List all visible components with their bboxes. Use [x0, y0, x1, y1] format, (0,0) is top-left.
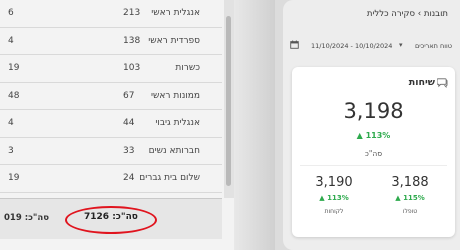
table-row[interactable]: שלום בית גברים 24 19 — [0, 165, 222, 193]
table-row[interactable]: ממונות ראשי 67 48 — [0, 83, 222, 110]
table-cell-left: 19 — [8, 63, 20, 73]
table-cell-name: כשרות — [175, 63, 200, 73]
table-cell-name: אנגלית ראשי — [151, 8, 200, 18]
footer-total-left: סה"כ: 019 — [4, 213, 49, 223]
handled-metric: 3,188 ▲ 115% טופלו — [380, 175, 440, 215]
table-cell-left: 4 — [8, 35, 14, 46]
table-cell-name: אנגלית גיבוי — [155, 118, 200, 128]
table-row[interactable]: ספרדית ראשי 138 4 — [0, 28, 222, 55]
table-cell-left: 19 — [8, 173, 20, 183]
table-cell-name: ממונות ראשי — [151, 90, 200, 101]
table-cell-value: 33 — [123, 145, 135, 156]
date-filter[interactable]: טווח תאריכים ▾ 11/10/2024 - 10/10/2024 — [283, 40, 460, 54]
table-cell-left: 48 — [8, 90, 20, 101]
table-panel: אנגלית ראשי 213 6 ספרדית ראשי 138 4 כשרו… — [0, 0, 275, 250]
main-metric-label: סה"כ — [364, 149, 383, 158]
customers-change: ▲ 113% — [319, 194, 349, 202]
data-table: אנגלית ראשי 213 6 ספרדית ראשי 138 4 כשרו… — [0, 0, 222, 193]
table-cell-value: 213 — [123, 8, 141, 18]
chat-icon — [437, 78, 448, 88]
table-cell-value: 67 — [123, 90, 135, 101]
table-cell-value: 44 — [123, 118, 135, 128]
table-cell-left: 4 — [8, 118, 14, 128]
main-metric-value: 3,198 — [343, 99, 404, 123]
highlight-circle — [65, 206, 157, 234]
table-row[interactable]: כשרות 103 19 — [0, 55, 222, 83]
table-cell-value: 24 — [123, 173, 135, 183]
customers-label: לקוחות — [324, 208, 344, 215]
table-cell-left: 6 — [8, 8, 14, 18]
divider — [300, 165, 447, 166]
table-scroll-thumb[interactable] — [226, 16, 231, 186]
table-cell-value: 138 — [123, 35, 141, 46]
handled-value: 3,188 — [391, 175, 429, 190]
chevron-down-icon[interactable]: ▾ — [399, 41, 403, 49]
conversations-card: שיחות 3,198 ▲ 113% סה"כ 3,188 ▲ 115% טופ… — [292, 67, 455, 237]
customers-metric: 3,190 ▲ 113% לקוחות — [304, 175, 364, 215]
date-type-select[interactable]: טווח תאריכים — [415, 42, 452, 50]
main-metric-change: ▲ 113% — [356, 131, 391, 140]
table-row[interactable]: חברותא נשים 33 3 — [0, 138, 222, 165]
panel-edge — [234, 0, 275, 250]
table-cell-name: חברותא נשים — [148, 145, 200, 156]
customers-value: 3,190 — [315, 175, 353, 190]
calendar-icon[interactable] — [290, 40, 299, 49]
table-cell-left: 3 — [8, 145, 14, 156]
table-cell-value: 103 — [123, 63, 141, 73]
handled-change: ▲ 115% — [395, 194, 425, 202]
card-title: שיחות — [408, 77, 435, 88]
table-cell-name: ספרדית ראשי — [148, 35, 200, 46]
table-row[interactable]: אנגלית גיבוי 44 4 — [0, 110, 222, 138]
breadcrumb[interactable]: תובנות › סקירה כללית — [367, 9, 448, 19]
dashboard-panel: ^ תובנות › סקירה כללית טווח תאריכים ▾ 11… — [283, 0, 460, 250]
table-cell-name: שלום בית גברים — [139, 173, 200, 183]
date-range-value[interactable]: 11/10/2024 - 10/10/2024 — [311, 42, 392, 50]
handled-label: טופלו — [402, 208, 418, 215]
table-row[interactable]: אנגלית ראשי 213 6 — [0, 0, 222, 28]
